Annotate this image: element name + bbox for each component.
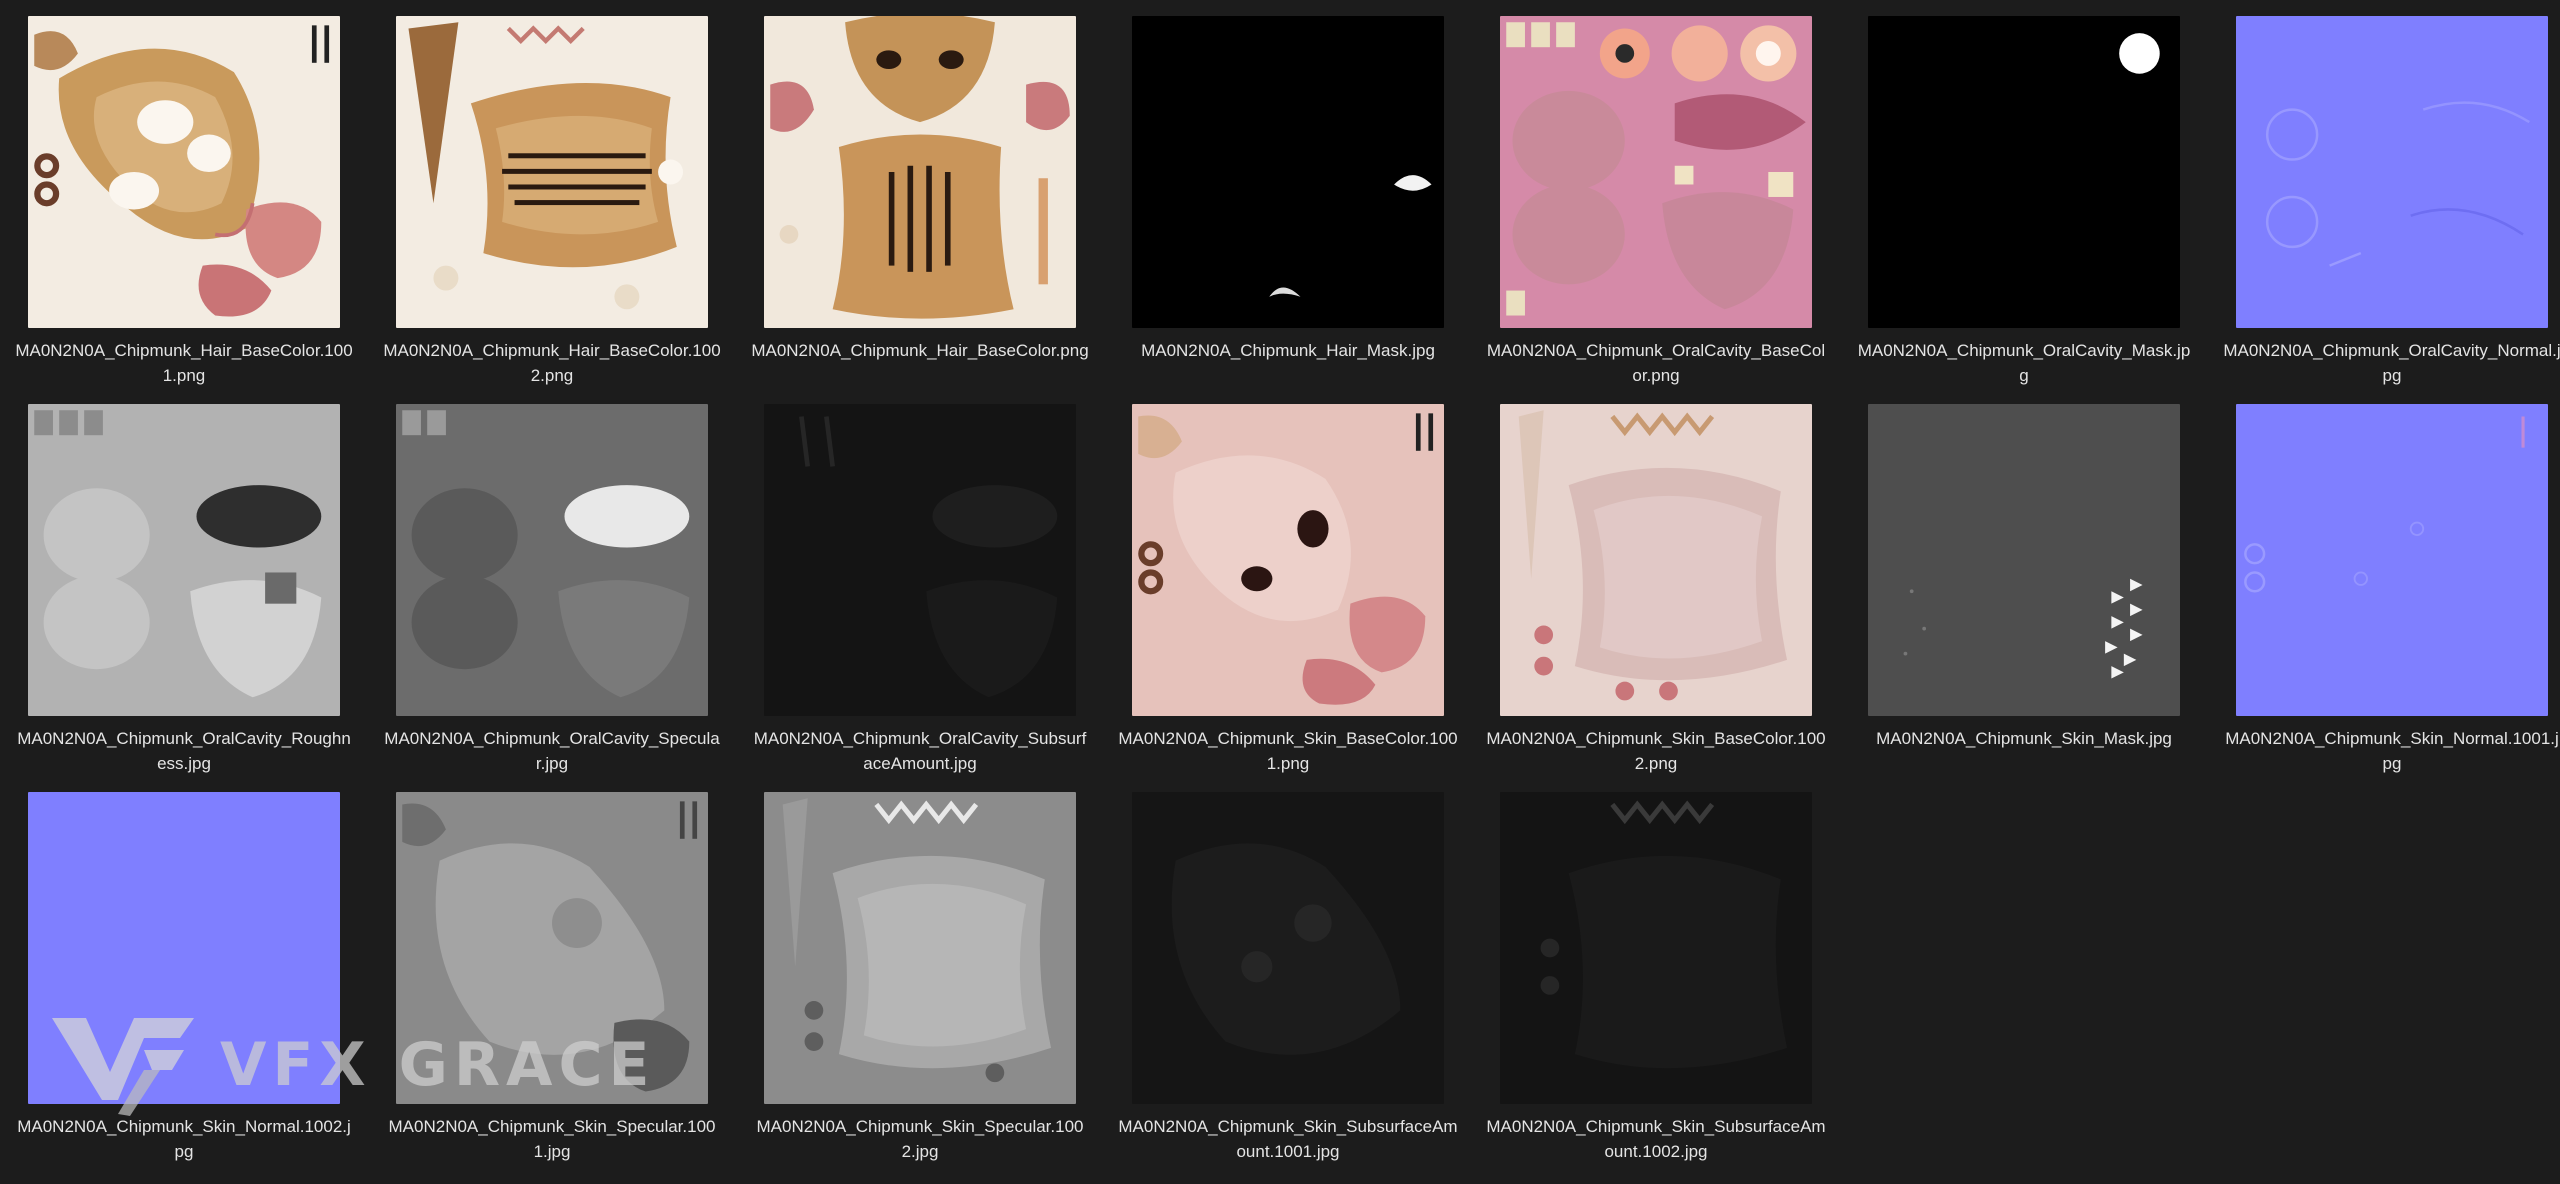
file-tile[interactable]: MA0N2N0A_Chipmunk_Skin_Mask.jpg — [1840, 404, 2208, 792]
file-tile[interactable]: MA0N2N0A_Chipmunk_Hair_Mask.jpg — [1104, 16, 1472, 404]
file-tile[interactable]: MA0N2N0A_Chipmunk_Hair_BaseColor.1002.pn… — [368, 16, 736, 404]
thumbnail-oral-specular — [396, 404, 708, 716]
thumbnail-hair-basecolor-1001 — [28, 16, 340, 328]
file-name: MA0N2N0A_Chipmunk_Hair_BaseColor.1002.pn… — [383, 341, 721, 385]
file-tile[interactable]: MA0N2N0A_Chipmunk_OralCavity_Specular.jp… — [368, 404, 736, 792]
thumbnail-skin-basecolor-1001 — [1132, 404, 1444, 716]
file-name: MA0N2N0A_Chipmunk_OralCavity_SubsurfaceA… — [753, 729, 1087, 773]
file-tile[interactable]: MA0N2N0A_Chipmunk_Skin_SubsurfaceAmount.… — [1104, 792, 1472, 1180]
thumbnail-oral-subsurface — [764, 404, 1076, 716]
file-tile[interactable]: MA0N2N0A_Chipmunk_Skin_BaseColor.1002.pn… — [1472, 404, 1840, 792]
file-tile[interactable]: MA0N2N0A_Chipmunk_OralCavity_BaseColor.p… — [1472, 16, 1840, 404]
thumbnail-skin-specular-1002 — [764, 792, 1076, 1104]
thumbnail-hair-basecolor — [764, 16, 1076, 328]
thumbnail-skin-normal-1002 — [28, 792, 340, 1104]
thumbnail-hair-mask — [1132, 16, 1444, 328]
file-tile[interactable]: MA0N2N0A_Chipmunk_Skin_SubsurfaceAmount.… — [1472, 792, 1840, 1180]
file-name: MA0N2N0A_Chipmunk_Skin_Normal.1002.jpg — [17, 1117, 351, 1161]
file-name: MA0N2N0A_Chipmunk_OralCavity_Specular.jp… — [384, 729, 720, 773]
file-name: MA0N2N0A_Chipmunk_Skin_BaseColor.1001.pn… — [1118, 729, 1458, 773]
thumbnail-skin-normal-1001 — [2236, 404, 2548, 716]
file-name: MA0N2N0A_Chipmunk_Skin_BaseColor.1002.pn… — [1486, 729, 1826, 773]
file-name: MA0N2N0A_Chipmunk_OralCavity_Normal.jpg — [2223, 341, 2560, 385]
file-grid: MA0N2N0A_Chipmunk_Hair_BaseColor.1001.pn… — [0, 0, 2560, 1184]
file-tile[interactable]: MA0N2N0A_Chipmunk_OralCavity_Normal.jpg — [2208, 16, 2560, 404]
thumbnail-oral-mask — [1868, 16, 2180, 328]
file-name: MA0N2N0A_Chipmunk_Skin_Specular.1001.jpg — [388, 1117, 716, 1161]
thumbnail-skin-subsurface-1002 — [1500, 792, 1812, 1104]
file-name: MA0N2N0A_Chipmunk_Skin_Normal.1001.jpg — [2225, 729, 2559, 773]
thumbnail-oral-roughness — [28, 404, 340, 716]
file-name: MA0N2N0A_Chipmunk_Skin_SubsurfaceAmount.… — [1486, 1117, 1826, 1161]
file-tile[interactable]: MA0N2N0A_Chipmunk_OralCavity_Mask.jpg — [1840, 16, 2208, 404]
file-name: MA0N2N0A_Chipmunk_OralCavity_BaseColor.p… — [1486, 341, 1826, 385]
file-name: MA0N2N0A_Chipmunk_Skin_Mask.jpg — [1876, 729, 2172, 748]
file-tile[interactable]: MA0N2N0A_Chipmunk_Skin_BaseColor.1001.pn… — [1104, 404, 1472, 792]
thumbnail-oral-normal — [2236, 16, 2548, 328]
file-tile[interactable]: MA0N2N0A_Chipmunk_Skin_Specular.1001.jpg — [368, 792, 736, 1180]
file-tile[interactable]: MA0N2N0A_Chipmunk_Hair_BaseColor.1001.pn… — [0, 16, 368, 404]
thumbnail-oral-basecolor — [1500, 16, 1812, 328]
file-name: MA0N2N0A_Chipmunk_Hair_BaseColor.png — [751, 341, 1089, 360]
file-tile[interactable]: MA0N2N0A_Chipmunk_OralCavity_SubsurfaceA… — [736, 404, 1104, 792]
file-name: MA0N2N0A_Chipmunk_OralCavity_Mask.jpg — [1857, 341, 2191, 385]
file-name: MA0N2N0A_Chipmunk_Hair_Mask.jpg — [1141, 341, 1435, 360]
file-tile[interactable]: MA0N2N0A_Chipmunk_OralCavity_Roughness.j… — [0, 404, 368, 792]
file-tile[interactable]: MA0N2N0A_Chipmunk_Skin_Normal.1002.jpg — [0, 792, 368, 1180]
file-tile[interactable]: MA0N2N0A_Chipmunk_Skin_Specular.1002.jpg — [736, 792, 1104, 1180]
file-tile[interactable]: MA0N2N0A_Chipmunk_Skin_Normal.1001.jpg — [2208, 404, 2560, 792]
thumbnail-skin-specular-1001 — [396, 792, 708, 1104]
thumbnail-skin-mask — [1868, 404, 2180, 716]
file-name: MA0N2N0A_Chipmunk_OralCavity_Roughness.j… — [17, 729, 351, 773]
thumbnail-skin-basecolor-1002 — [1500, 404, 1812, 716]
file-name: MA0N2N0A_Chipmunk_Skin_Specular.1002.jpg — [756, 1117, 1084, 1161]
file-name: MA0N2N0A_Chipmunk_Skin_SubsurfaceAmount.… — [1118, 1117, 1458, 1161]
thumbnail-hair-basecolor-1002 — [396, 16, 708, 328]
file-name: MA0N2N0A_Chipmunk_Hair_BaseColor.1001.pn… — [15, 341, 353, 385]
file-tile[interactable]: MA0N2N0A_Chipmunk_Hair_BaseColor.png — [736, 16, 1104, 404]
thumbnail-skin-subsurface-1001 — [1132, 792, 1444, 1104]
